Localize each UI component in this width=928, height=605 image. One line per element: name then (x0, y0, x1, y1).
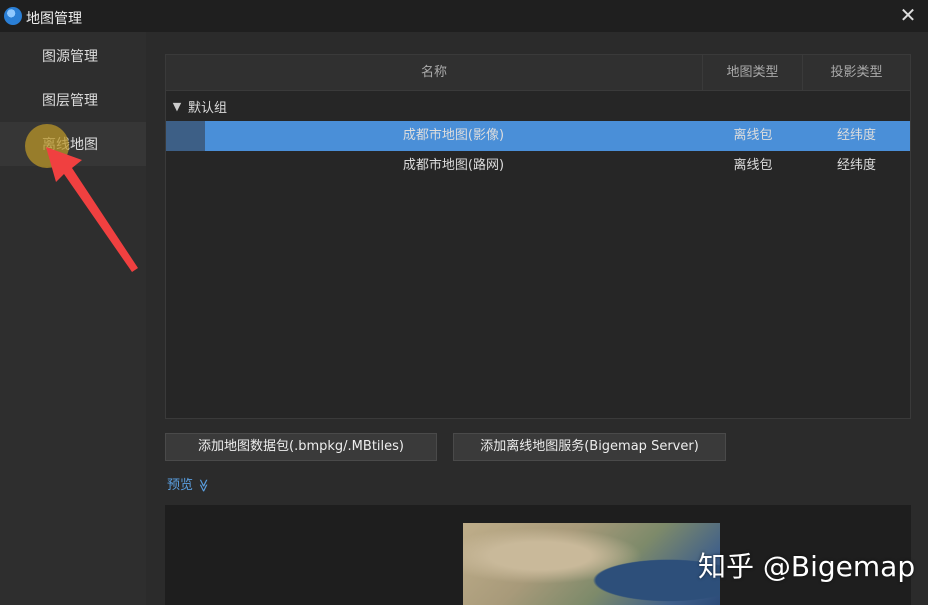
group-row[interactable]: ▼ 默认组 (166, 91, 910, 121)
table-header: 名称 地图类型 投影类型 (166, 55, 910, 91)
map-table: 名称 地图类型 投影类型 ▼ 默认组 成都市地图(影像) 离线包 经纬度 成都市… (165, 54, 911, 419)
table-row[interactable]: 成都市地图(路网) 离线包 经纬度 (166, 151, 910, 181)
column-header-projection[interactable]: 投影类型 (803, 55, 910, 90)
row-name: 成都市地图(路网) (402, 158, 505, 173)
watermark: 知乎 @Bigemap (698, 550, 916, 583)
row-projection: 经纬度 (836, 158, 876, 173)
add-service-button[interactable]: 添加离线地图服务(Bigemap Server) (453, 433, 726, 461)
add-package-button[interactable]: 添加地图数据包(.bmpkg/.MBtiles) (165, 433, 437, 461)
preview-toggle[interactable]: 预览 ≫ (167, 474, 210, 493)
chevron-down-icon[interactable]: ▼ (166, 100, 188, 113)
sidebar: 图源管理 图层管理 离线地图 (0, 32, 146, 605)
sidebar-item-offline-map[interactable]: 离线地图 (0, 122, 146, 166)
title-bar: 地图管理 ✕ (0, 0, 928, 32)
row-projection: 经纬度 (836, 128, 876, 143)
preview-label: 预览 (167, 478, 194, 493)
row-map-type: 离线包 (733, 128, 773, 143)
sidebar-item-source[interactable]: 图源管理 (0, 34, 146, 78)
window-title: 地图管理 (26, 11, 82, 27)
row-map-type: 离线包 (733, 158, 773, 173)
click-highlight (25, 124, 69, 168)
table-row[interactable]: 成都市地图(影像) 离线包 经纬度 (166, 121, 910, 151)
chevron-double-down-icon: ≫ (195, 478, 211, 493)
column-header-name[interactable]: 名称 (166, 55, 703, 90)
app-logo-icon (4, 7, 22, 25)
map-preview-image (463, 523, 720, 605)
sidebar-item-layers[interactable]: 图层管理 (0, 78, 146, 122)
sidebar-item-label: 图源管理 (42, 49, 98, 65)
column-header-map-type[interactable]: 地图类型 (703, 55, 803, 90)
row-name: 成都市地图(影像) (402, 128, 505, 143)
group-label: 默认组 (188, 100, 228, 116)
sidebar-item-label: 图层管理 (42, 93, 98, 109)
close-icon[interactable]: ✕ (896, 3, 920, 27)
